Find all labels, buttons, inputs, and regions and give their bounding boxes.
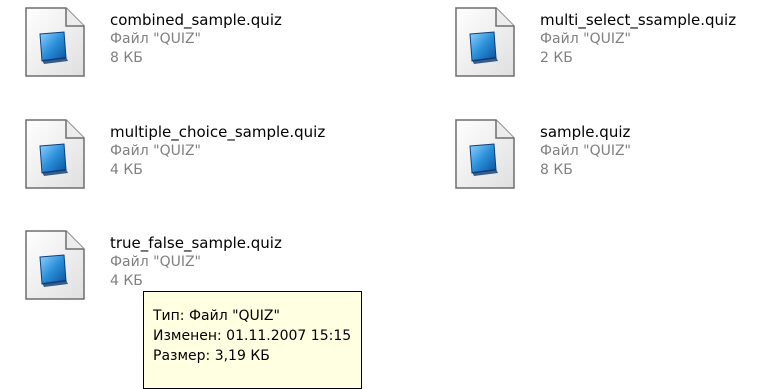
- tooltip-size-line: Размер: 3,19 КБ: [153, 348, 270, 364]
- file-name: multiple_choice_sample.quiz: [110, 123, 326, 141]
- file-name: combined_sample.quiz: [110, 11, 282, 29]
- file-type: Файл "QUIZ": [540, 31, 631, 47]
- file-name: sample.quiz: [540, 123, 631, 141]
- file-list-view: combined_sample.quiz Файл "QUIZ" 8 КБ mu…: [0, 0, 782, 389]
- tooltip-type-line: Тип: Файл "QUIZ": [153, 308, 280, 324]
- quiz-file-icon: [455, 119, 515, 189]
- quiz-file-icon: [25, 7, 85, 77]
- file-size: 8 КБ: [540, 162, 573, 178]
- file-item-combined-sample[interactable]: combined_sample.quiz Файл "QUIZ" 8 КБ: [22, 6, 362, 102]
- file-size: 4 КБ: [110, 162, 143, 178]
- file-type: Файл "QUIZ": [110, 254, 201, 270]
- file-type: Файл "QUIZ": [110, 143, 201, 159]
- file-item-sample[interactable]: sample.quiz Файл "QUIZ" 8 КБ: [452, 118, 782, 214]
- file-type: Файл "QUIZ": [110, 31, 201, 47]
- file-type: Файл "QUIZ": [540, 143, 631, 159]
- file-name: true_false_sample.quiz: [110, 234, 282, 252]
- quiz-file-icon: [455, 7, 515, 77]
- file-item-multi-select-ssample[interactable]: multi_select_ssample.quiz Файл "QUIZ" 2 …: [452, 6, 782, 102]
- file-info-tooltip: Тип: Файл "QUIZ" Изменен: 01.11.2007 15:…: [143, 291, 362, 389]
- quiz-file-icon: [25, 119, 85, 189]
- file-size: 8 КБ: [110, 50, 143, 66]
- quiz-file-icon: [25, 230, 85, 300]
- file-size: 4 КБ: [110, 273, 143, 289]
- tooltip-modified-line: Изменен: 01.11.2007 15:15: [153, 328, 352, 344]
- file-size: 2 КБ: [540, 50, 573, 66]
- file-name: multi_select_ssample.quiz: [540, 11, 737, 29]
- file-item-multiple-choice-sample[interactable]: multiple_choice_sample.quiz Файл "QUIZ" …: [22, 118, 362, 214]
